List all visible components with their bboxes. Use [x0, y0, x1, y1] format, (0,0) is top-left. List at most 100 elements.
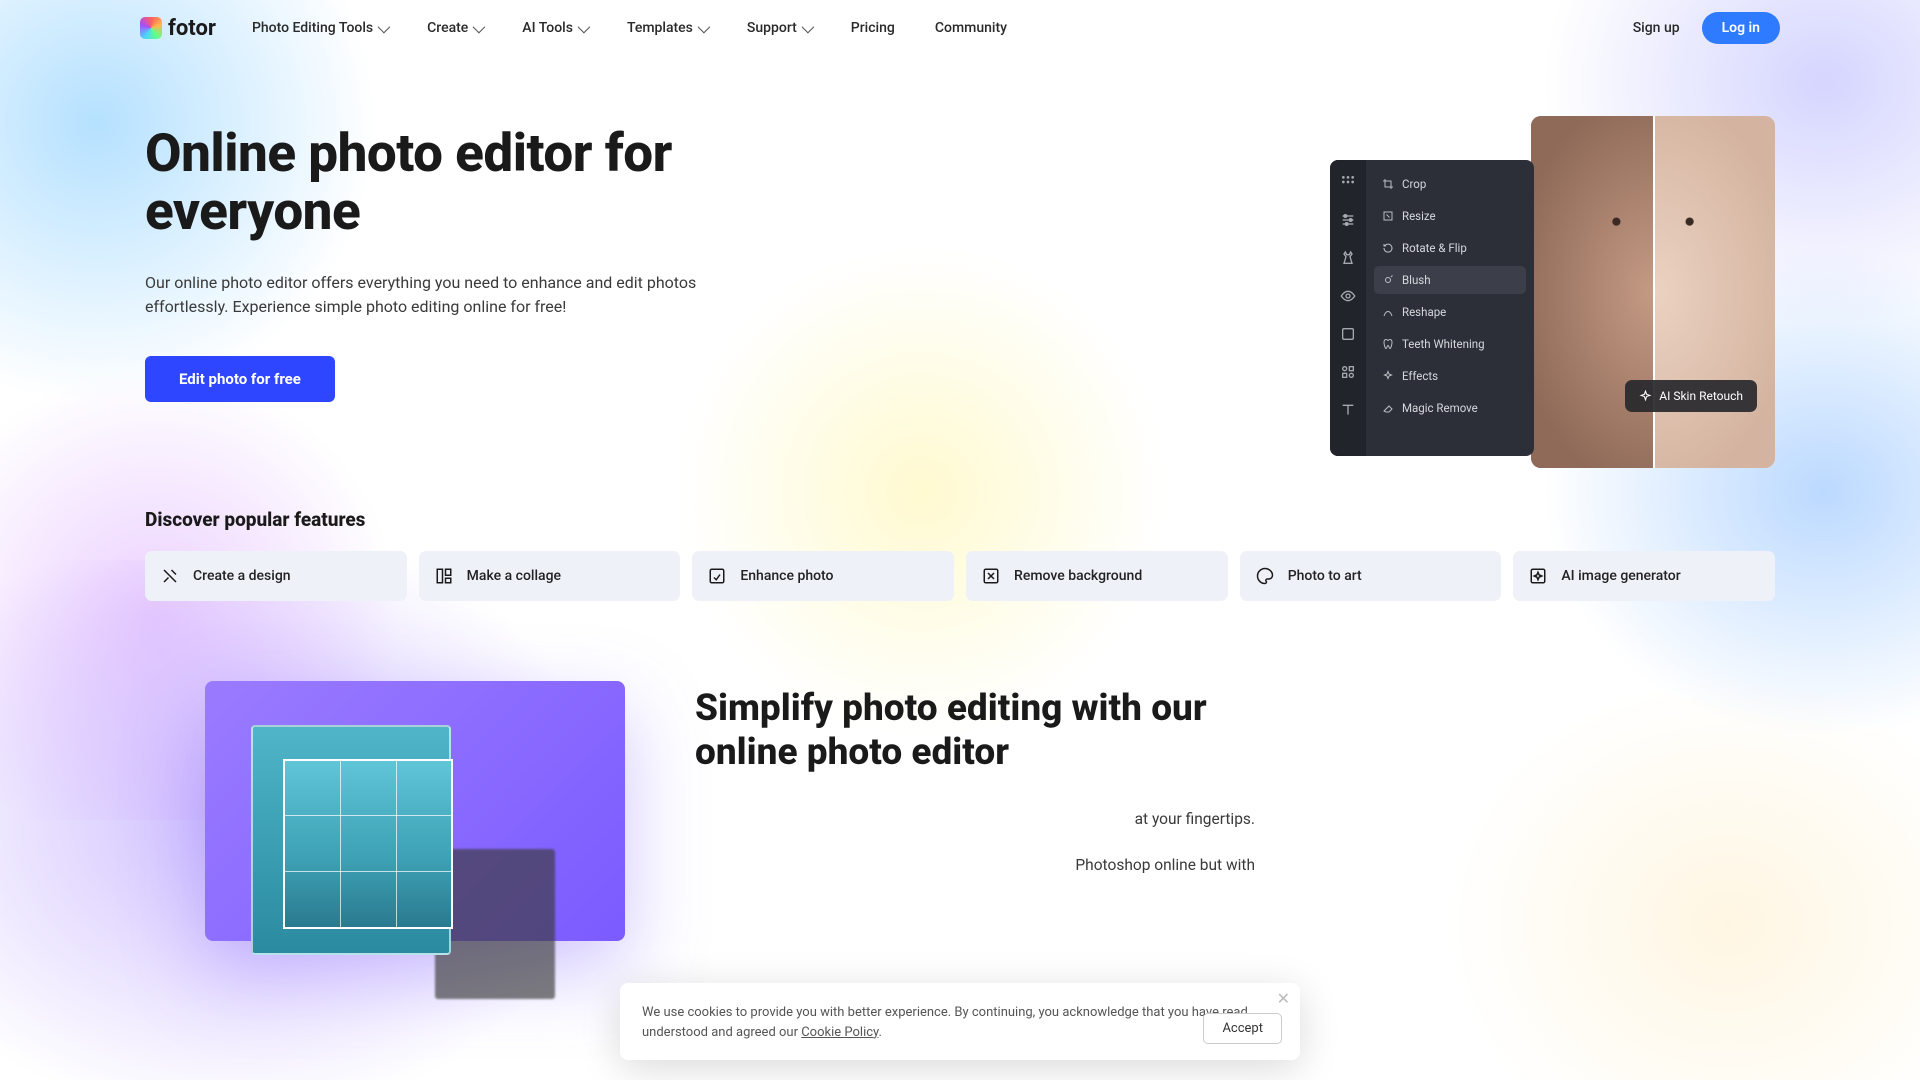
feature-create-design[interactable]: Create a design	[145, 551, 407, 601]
sliders-icon	[1340, 212, 1356, 228]
tool-rotate-flip: Rotate & Flip	[1374, 234, 1526, 262]
section2-line2: Photoshop online but with	[695, 852, 1255, 878]
chevron-down-icon	[801, 20, 814, 33]
nav-photo-editing-tools[interactable]: Photo Editing Tools	[252, 20, 387, 36]
cookie-accept-button[interactable]: Accept	[1203, 1013, 1282, 1044]
primary-nav: Photo Editing Tools Create AI Tools Temp…	[252, 20, 1007, 36]
cookie-text-prefix: We use cookies to provide you with bette…	[642, 1005, 1250, 1040]
section2-line1: at your fingertips.	[695, 806, 1255, 832]
crop-icon	[1382, 178, 1394, 190]
section2-copy: Simplify photo editing with our online p…	[695, 681, 1775, 1021]
section2-illustration	[145, 681, 605, 1021]
nav-item-label: Photo Editing Tools	[252, 20, 373, 36]
nav-item-label: Support	[747, 20, 797, 36]
shapes-icon	[1340, 364, 1356, 380]
nav-item-label: Community	[935, 20, 1007, 36]
cookie-close-button[interactable]: ✕	[1277, 991, 1290, 1007]
tool-reshape: Reshape	[1374, 298, 1526, 326]
signup-link[interactable]: Sign up	[1633, 20, 1680, 36]
ai-badge-label: AI Skin Retouch	[1659, 389, 1743, 403]
login-button[interactable]: Log in	[1702, 12, 1780, 44]
feature-photo-to-art[interactable]: Photo to art	[1240, 551, 1502, 601]
feature-enhance-photo[interactable]: Enhance photo	[692, 551, 954, 601]
cookie-text: We use cookies to provide you with bette…	[642, 1003, 1278, 1042]
cookie-policy-link[interactable]: Cookie Policy	[801, 1025, 878, 1040]
rotate-icon	[1382, 242, 1394, 254]
hero-title: Online photo editor for everyone	[145, 124, 705, 241]
editor-sidebar	[1330, 160, 1366, 456]
chevron-down-icon	[697, 20, 710, 33]
hero-illustration: AI Skin Retouch Crop Resize	[1330, 116, 1775, 468]
popular-features-section: Discover popular features Create a desig…	[0, 468, 1920, 601]
site-header: fotor Photo Editing Tools Create AI Tool…	[0, 0, 1920, 56]
grid-icon	[1340, 174, 1356, 190]
section2-body: at your fingertips. Photoshop online but…	[695, 806, 1255, 879]
tool-label: Blush	[1402, 273, 1431, 287]
tool-crop: Crop	[1374, 170, 1526, 198]
feature-make-collage[interactable]: Make a collage	[419, 551, 681, 601]
enhance-icon	[708, 567, 726, 585]
text-icon	[1340, 402, 1356, 418]
tool-blush: Blush	[1374, 266, 1526, 294]
feature-label: Enhance photo	[740, 568, 833, 584]
frame-icon	[1340, 326, 1356, 342]
nav-item-label: Pricing	[851, 20, 895, 36]
ai-skin-retouch-badge: AI Skin Retouch	[1625, 380, 1757, 412]
reshape-icon	[1382, 306, 1394, 318]
hero-copy: Online photo editor for everyone Our onl…	[145, 116, 1330, 468]
nav-pricing[interactable]: Pricing	[851, 20, 895, 36]
dress-icon	[1340, 250, 1356, 266]
eye-icon	[1340, 288, 1356, 304]
sparkle-icon	[1639, 390, 1652, 403]
tool-label: Crop	[1402, 177, 1426, 191]
feature-label: Make a collage	[467, 568, 561, 584]
effects-icon	[1382, 370, 1394, 382]
tool-label: Magic Remove	[1402, 401, 1478, 415]
nav-support[interactable]: Support	[747, 20, 811, 36]
photo-after	[1653, 116, 1775, 468]
tool-label: Rotate & Flip	[1402, 241, 1467, 255]
remove-bg-icon	[982, 567, 1000, 585]
tool-label: Reshape	[1402, 305, 1446, 319]
crop-grid-overlay	[283, 759, 453, 929]
tool-label: Teeth Whitening	[1402, 337, 1485, 351]
section2-title: Simplify photo editing with our online p…	[695, 687, 1255, 776]
tool-label: Resize	[1402, 209, 1436, 223]
simplify-editing-section: Simplify photo editing with our online p…	[0, 601, 1920, 1021]
editor-tool-list: Crop Resize Rotate & Flip Blush Reshape	[1366, 160, 1534, 456]
blush-icon	[1382, 274, 1394, 286]
hero-section: Online photo editor for everyone Our onl…	[0, 56, 1920, 468]
before-after-photo: AI Skin Retouch	[1531, 116, 1775, 468]
nav-item-label: Create	[427, 20, 468, 36]
tool-resize: Resize	[1374, 202, 1526, 230]
chevron-down-icon	[578, 20, 591, 33]
tool-magic-remove: Magic Remove	[1374, 394, 1526, 422]
feature-label: Create a design	[193, 568, 291, 584]
brand-logo[interactable]: fotor	[140, 16, 216, 41]
edit-photo-cta-button[interactable]: Edit photo for free	[145, 356, 335, 402]
shadow-card	[435, 849, 555, 999]
tool-effects: Effects	[1374, 362, 1526, 390]
features-heading: Discover popular features	[145, 508, 1775, 531]
brand-logo-icon	[140, 17, 162, 39]
cookie-banner: ✕ We use cookies to provide you with bet…	[620, 983, 1300, 1060]
nav-create[interactable]: Create	[427, 20, 482, 36]
feature-label: Photo to art	[1288, 568, 1362, 584]
header-auth: Sign up Log in	[1633, 12, 1780, 44]
chevron-down-icon	[473, 20, 486, 33]
chevron-down-icon	[378, 20, 391, 33]
ai-generator-icon	[1529, 567, 1547, 585]
nav-community[interactable]: Community	[935, 20, 1007, 36]
nav-item-label: AI Tools	[522, 20, 573, 36]
resize-icon	[1382, 210, 1394, 222]
art-icon	[1256, 567, 1274, 585]
feature-label: Remove background	[1014, 568, 1142, 584]
nav-templates[interactable]: Templates	[627, 20, 707, 36]
feature-ai-image-generator[interactable]: AI image generator	[1513, 551, 1775, 601]
tooth-icon	[1382, 338, 1394, 350]
design-icon	[161, 567, 179, 585]
photo-before	[1531, 116, 1653, 468]
nav-ai-tools[interactable]: AI Tools	[522, 20, 587, 36]
nav-item-label: Templates	[627, 20, 693, 36]
feature-remove-background[interactable]: Remove background	[966, 551, 1228, 601]
